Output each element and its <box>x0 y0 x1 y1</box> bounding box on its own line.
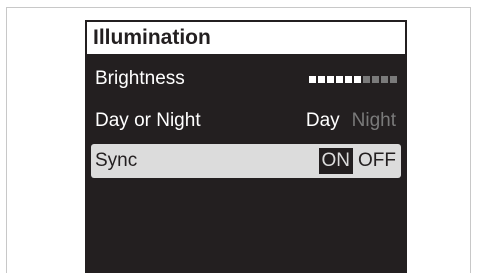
brightness-segment <box>381 76 388 83</box>
brightness-segment <box>345 76 352 83</box>
brightness-segment <box>318 76 325 83</box>
brightness-segment <box>327 76 334 83</box>
option-night[interactable]: Night <box>349 108 399 134</box>
brightness-segment <box>309 76 316 83</box>
brightness-segment <box>354 76 361 83</box>
frame-left-border <box>6 7 7 273</box>
brightness-segment <box>363 76 370 83</box>
option-off[interactable]: OFF <box>355 148 399 174</box>
brightness-segment <box>390 76 397 83</box>
option-day[interactable]: Day <box>303 108 343 134</box>
day-or-night-options: Day Night <box>303 104 399 138</box>
menu-item-sync[interactable]: Sync ON OFF <box>91 144 401 178</box>
day-or-night-label: Day or Night <box>95 110 201 131</box>
frame-top-border <box>6 7 471 8</box>
frame-right-border <box>470 7 471 273</box>
option-on[interactable]: ON <box>318 148 353 174</box>
menu-item-brightness[interactable]: Brightness <box>91 62 401 96</box>
brightness-level-bar[interactable] <box>309 76 397 83</box>
menu-title: Illumination <box>87 22 405 54</box>
device-screen: Illumination Brightness Day or Night Day… <box>85 20 407 273</box>
brightness-label: Brightness <box>95 68 185 89</box>
sync-options: ON OFF <box>318 144 400 178</box>
sync-label: Sync <box>95 150 138 171</box>
brightness-segment <box>372 76 379 83</box>
menu-item-day-or-night[interactable]: Day or Night Day Night <box>91 104 401 138</box>
brightness-segment <box>336 76 343 83</box>
